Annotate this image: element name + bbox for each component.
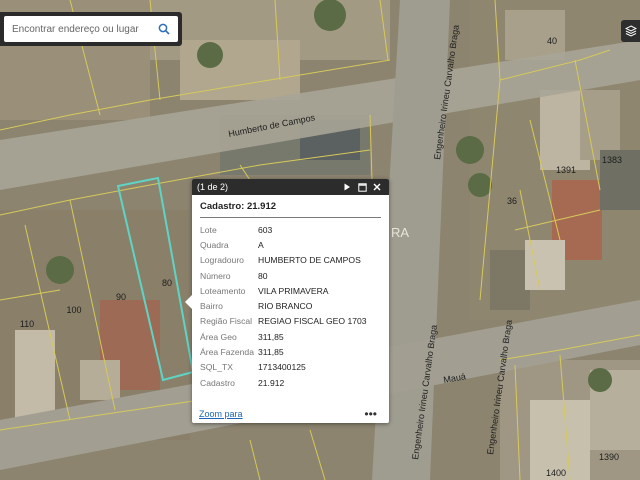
attribute-key: Área Fazenda xyxy=(200,347,254,358)
lot-number: 90 xyxy=(116,292,126,302)
more-options-icon[interactable]: ••• xyxy=(364,408,377,420)
attribute-value: VILA PRIMAVERA xyxy=(258,285,329,296)
attribute-key: Logradouro xyxy=(200,255,244,266)
lot-number: 1383 xyxy=(602,155,622,165)
attribute-key: Cadastro xyxy=(200,377,235,388)
attribute-row: Logradouro HUMBERTO DE CAMPOS xyxy=(200,253,367,268)
attribute-row: Quadra A xyxy=(200,237,367,252)
attribute-key: Quadra xyxy=(200,239,229,250)
lot-number: 110 xyxy=(20,319,34,329)
search-bar xyxy=(0,12,182,46)
area-label-partial: RA xyxy=(391,225,409,240)
attribute-row: Região Fiscal REGIAO FISCAL GEO 1703 xyxy=(200,314,367,329)
attribute-value: 311,85 xyxy=(258,347,284,358)
attribute-value: 21.912 xyxy=(258,377,285,388)
attribute-row: Cadastro 21.912 xyxy=(200,375,367,390)
layers-icon xyxy=(624,25,637,37)
attribute-value: A xyxy=(258,239,264,250)
attribute-key: Bairro xyxy=(200,301,223,312)
next-feature-button[interactable] xyxy=(340,180,354,194)
search-input[interactable] xyxy=(4,18,150,40)
popup-header: (1 de 2) xyxy=(192,179,389,195)
attribute-row: Número 80 xyxy=(200,268,367,283)
attribute-value: 603 xyxy=(258,224,273,235)
attribute-value: RIO BRANCO xyxy=(258,301,313,312)
attribute-key: Área Geo xyxy=(200,331,237,342)
search-field-wrap xyxy=(4,16,178,42)
lot-number: 1390 xyxy=(599,452,619,462)
attribute-row: Área Fazenda 311,85 xyxy=(200,344,367,359)
maximize-button[interactable] xyxy=(355,180,369,194)
close-icon xyxy=(373,183,381,191)
attribute-row: Lote 603 xyxy=(200,222,367,237)
attribute-value: REGIAO FISCAL GEO 1703 xyxy=(258,316,367,327)
attribute-value: 80 xyxy=(258,270,268,281)
search-icon xyxy=(158,23,170,35)
lot-number: 80 xyxy=(162,278,172,288)
popup-title: Cadastro: 21.912 xyxy=(200,201,381,218)
attribute-value: HUMBERTO DE CAMPOS xyxy=(258,255,361,266)
lot-number: 40 xyxy=(547,36,557,46)
attribute-row: SQL_TX 1713400125 xyxy=(200,360,367,375)
lot-number: 1391 xyxy=(556,165,576,175)
attribute-key: Lote xyxy=(200,224,217,235)
popup-feature-count: (1 de 2) xyxy=(197,182,229,192)
attribute-value: 1713400125 xyxy=(258,362,306,373)
feature-popup: (1 de 2) Cadastro: 21.912 Lote 603 Quadra A… xyxy=(185,179,389,423)
close-popup-button[interactable] xyxy=(370,180,384,194)
layers-button[interactable] xyxy=(621,20,640,42)
attribute-row: Área Geo 311,85 xyxy=(200,329,367,344)
search-button[interactable] xyxy=(150,16,178,42)
maximize-icon xyxy=(357,182,367,192)
lot-number: 36 xyxy=(507,196,517,206)
attribute-key: Região Fiscal xyxy=(200,316,253,327)
lot-number: 100 xyxy=(66,305,81,315)
popup-footer: Zoom para ••• xyxy=(192,405,389,423)
lot-number: 1400 xyxy=(546,468,566,478)
attribute-key: SQL_TX xyxy=(200,362,233,373)
popup-pointer xyxy=(185,295,192,309)
next-icon xyxy=(344,183,350,191)
attribute-key: Loteamento xyxy=(200,285,246,296)
attribute-row: Loteamento VILA PRIMAVERA xyxy=(200,283,367,298)
attribute-table: Lote 603 Quadra A Logradouro HUMBERTO DE CAMP… xyxy=(200,222,367,390)
zoom-to-link[interactable]: Zoom para xyxy=(199,409,243,419)
attribute-value: 311,85 xyxy=(258,331,284,342)
attribute-key: Número xyxy=(200,270,231,281)
attribute-row: Bairro RIO BRANCO xyxy=(200,298,367,313)
